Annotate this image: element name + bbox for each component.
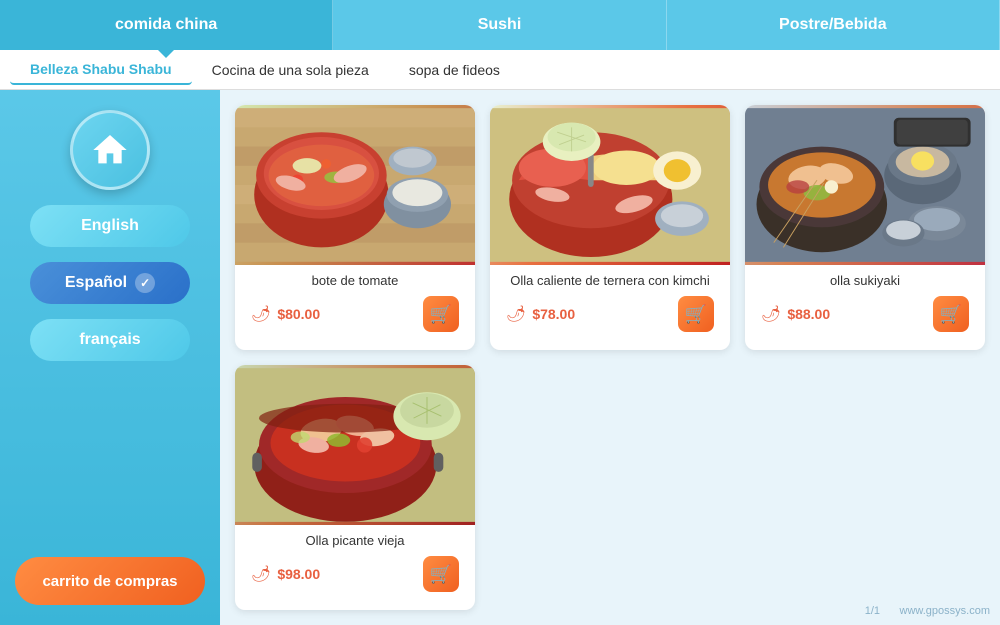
add-cart-kimchi[interactable]: 🛒 — [678, 296, 714, 332]
food-price-kimchi: $78.00 — [532, 306, 575, 322]
food-card-sukiyaki: olla sukiyaki 🌶 $88.00 🛒 — [745, 105, 985, 350]
home-button[interactable] — [70, 110, 150, 190]
main-content: English Español ✓ français carrito de co… — [0, 90, 1000, 625]
food-card-tomato: bote de tomate 🌶 $80.00 🛒 — [235, 105, 475, 350]
add-cart-sukiyaki[interactable]: 🛒 — [933, 296, 969, 332]
food-image-tomato — [235, 105, 475, 265]
food-card-spicy: Olla picante vieja 🌶 $98.00 🛒 — [235, 365, 475, 610]
sub-category-tabs: Belleza Shabu Shabu Cocina de una sola p… — [0, 50, 1000, 90]
food-footer-tomato: 🌶 $80.00 🛒 — [247, 296, 463, 340]
subtab-belleza[interactable]: Belleza Shabu Shabu — [10, 55, 192, 85]
pepper-icon-sukiyaki: 🌶 — [761, 304, 781, 324]
food-footer-spicy: 🌶 $98.00 🛒 — [247, 556, 463, 600]
tab-sushi[interactable]: Sushi — [333, 0, 666, 50]
food-image-spicy — [235, 365, 475, 525]
tab-postre-bebida[interactable]: Postre/Bebida — [667, 0, 1000, 50]
home-icon — [90, 130, 130, 170]
add-cart-tomato[interactable]: 🛒 — [423, 296, 459, 332]
food-info-tomato: bote de tomate 🌶 $80.00 🛒 — [235, 265, 475, 348]
page-number: 1/1 — [865, 605, 880, 617]
food-info-spicy: Olla picante vieja 🌶 $98.00 🛒 — [235, 525, 475, 608]
food-grid: bote de tomate 🌶 $80.00 🛒 — [220, 90, 1000, 625]
food-image-sukiyaki — [745, 105, 985, 265]
pepper-icon-kimchi: 🌶 — [506, 304, 526, 324]
food-price-tomato: $80.00 — [277, 306, 320, 322]
add-cart-spicy[interactable]: 🛒 — [423, 556, 459, 592]
food-price-spicy: $98.00 — [277, 566, 320, 582]
sidebar: English Español ✓ français carrito de co… — [0, 90, 220, 625]
subtab-sopa[interactable]: sopa de fideos — [389, 56, 520, 84]
lang-english-button[interactable]: English — [30, 205, 190, 247]
food-info-kimchi: Olla caliente de ternera con kimchi 🌶 $7… — [490, 265, 730, 348]
food-name-sukiyaki: olla sukiyaki — [757, 273, 973, 288]
tab-comida-china[interactable]: comida china — [0, 0, 333, 50]
check-icon: ✓ — [135, 273, 155, 293]
food-name-spicy: Olla picante vieja — [247, 533, 463, 548]
food-name-kimchi: Olla caliente de ternera con kimchi — [502, 273, 718, 288]
food-footer-kimchi: 🌶 $78.00 🛒 — [502, 296, 718, 340]
subtab-cocina[interactable]: Cocina de una sola pieza — [192, 56, 389, 84]
cart-icon-sukiyaki: 🛒 — [940, 304, 962, 325]
food-card-kimchi: Olla caliente de ternera con kimchi 🌶 $7… — [490, 105, 730, 350]
lang-espanol-button[interactable]: Español ✓ — [30, 262, 190, 304]
watermark: www.gpossys.com — [900, 605, 990, 617]
food-image-kimchi — [490, 105, 730, 265]
top-category-tabs: comida china Sushi Postre/Bebida — [0, 0, 1000, 50]
sidebar-inner: English Español ✓ français — [0, 90, 220, 625]
food-name-tomato: bote de tomate — [247, 273, 463, 288]
food-footer-sukiyaki: 🌶 $88.00 🛒 — [757, 296, 973, 340]
cart-icon-spicy: 🛒 — [430, 564, 452, 585]
cart-icon-kimchi: 🛒 — [685, 304, 707, 325]
cart-icon-tomato: 🛒 — [430, 304, 452, 325]
food-info-sukiyaki: olla sukiyaki 🌶 $88.00 🛒 — [745, 265, 985, 348]
pepper-icon-tomato: 🌶 — [251, 304, 271, 324]
food-price-sukiyaki: $88.00 — [787, 306, 830, 322]
cart-button[interactable]: carrito de compras — [15, 557, 205, 605]
pepper-icon-spicy: 🌶 — [251, 564, 271, 584]
lang-francais-button[interactable]: français — [30, 319, 190, 361]
